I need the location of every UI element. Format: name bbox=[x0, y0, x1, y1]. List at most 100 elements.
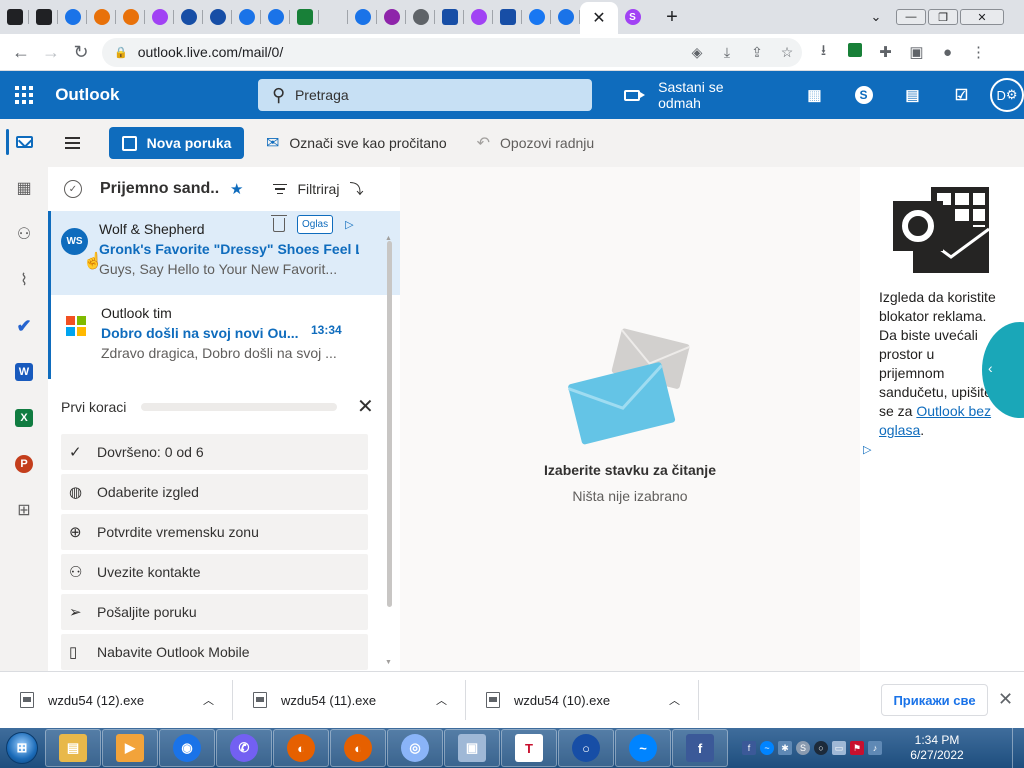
close-icon[interactable]: ✕ bbox=[357, 394, 374, 419]
browser-tab[interactable] bbox=[87, 0, 116, 34]
forward-icon[interactable]: → bbox=[36, 42, 66, 63]
close-download-bar-icon[interactable]: ✕ bbox=[998, 689, 1013, 710]
menu-dots-icon[interactable]: ⋮ bbox=[963, 43, 994, 61]
adchoices-icon[interactable]: ▷ bbox=[345, 218, 353, 231]
facebook-tray-icon[interactable]: f bbox=[742, 741, 756, 755]
taskbar-app[interactable]: T bbox=[501, 729, 557, 767]
adchoices-icon[interactable]: ▷ bbox=[863, 443, 871, 456]
minimize-button[interactable]: — bbox=[896, 9, 926, 25]
meet-now-button[interactable]: Sastani se odmah bbox=[624, 79, 768, 111]
close-tab-icon[interactable]: ✕ bbox=[592, 8, 605, 28]
rail-apps[interactable]: ⊞ bbox=[0, 487, 48, 533]
extensions-puzzle-icon[interactable]: ✚ bbox=[870, 43, 901, 61]
eye-icon[interactable]: ◈ bbox=[682, 44, 712, 61]
taskbar-app[interactable]: ~ bbox=[615, 729, 671, 767]
system-clock[interactable]: 1:34 PM 6/27/2022 bbox=[902, 733, 972, 763]
ad-badge[interactable]: Oglas bbox=[297, 215, 334, 234]
qr-code-icon[interactable]: ▦ bbox=[790, 71, 839, 119]
browser-tab[interactable] bbox=[377, 0, 406, 34]
search-box[interactable]: ⚲ Pretraga bbox=[257, 79, 593, 111]
extension-green-icon[interactable] bbox=[839, 43, 870, 61]
download-icon[interactable]: ⭳ bbox=[808, 40, 839, 65]
rail-files[interactable]: ⌇ bbox=[0, 257, 48, 303]
message-item-ad[interactable]: WS Wolf & Shepherd Gronk's Favorite "Dre… bbox=[48, 211, 400, 295]
scroll-thumb[interactable] bbox=[387, 241, 392, 607]
profile-icon[interactable]: ● bbox=[932, 44, 963, 61]
rail-people[interactable]: ⚇ bbox=[0, 211, 48, 257]
browser-tab[interactable] bbox=[203, 0, 232, 34]
taskbar-app[interactable]: ◐ bbox=[330, 729, 386, 767]
browser-tab[interactable] bbox=[290, 0, 319, 34]
active-tab[interactable]: ✕ bbox=[580, 2, 618, 34]
first-steps-item[interactable]: ✓ Dovršeno: 0 od 6 bbox=[61, 434, 368, 470]
taskbar-app[interactable]: ◎ bbox=[387, 729, 443, 767]
volume-tray-icon[interactable]: ♪ bbox=[868, 741, 882, 755]
first-steps-item[interactable]: ⚇ Uvezite kontakte bbox=[61, 554, 368, 590]
first-steps-item[interactable]: ➢ Pošaljite poruku bbox=[61, 594, 368, 630]
download-item[interactable]: wzdu54 (12).exe ︿ bbox=[0, 680, 233, 720]
taskbar-app[interactable]: ▣ bbox=[444, 729, 500, 767]
taskbar-app[interactable]: ○ bbox=[558, 729, 614, 767]
browser-tab[interactable] bbox=[319, 0, 348, 34]
favorite-star-icon[interactable]: ★ bbox=[230, 180, 243, 198]
search-tray-icon[interactable]: ○ bbox=[814, 741, 828, 755]
flag-tray-icon[interactable]: ⚑ bbox=[850, 741, 864, 755]
messenger-tray-icon[interactable]: ~ bbox=[760, 741, 774, 755]
rail-word[interactable]: W bbox=[0, 349, 48, 395]
scroll-down-icon[interactable]: ▼ bbox=[385, 659, 392, 666]
skype-icon[interactable]: S bbox=[839, 71, 888, 119]
first-steps-item[interactable]: ▯ Nabavite Outlook Mobile bbox=[61, 634, 368, 670]
rail-excel[interactable]: X bbox=[0, 395, 48, 441]
outlook-brand[interactable]: Outlook bbox=[55, 85, 258, 105]
hamburger-menu-icon[interactable] bbox=[48, 137, 96, 149]
share-icon[interactable]: ⇪ bbox=[742, 44, 772, 61]
skype-tray-icon[interactable]: S bbox=[796, 741, 810, 755]
chevron-up-icon[interactable]: ︿ bbox=[669, 692, 680, 708]
tab-profile[interactable]: S bbox=[618, 0, 647, 34]
browser-tab[interactable] bbox=[493, 0, 522, 34]
browser-tab[interactable] bbox=[116, 0, 145, 34]
undo-button[interactable]: ↶ Opozovi radnju bbox=[477, 133, 595, 153]
start-button[interactable]: ⊞ bbox=[0, 728, 44, 768]
browser-tab[interactable] bbox=[348, 0, 377, 34]
browser-tab[interactable] bbox=[145, 0, 174, 34]
rail-todo[interactable]: ✔ bbox=[0, 303, 48, 349]
account-avatar[interactable]: D ⚙ bbox=[990, 78, 1024, 112]
reload-icon[interactable]: ↻ bbox=[66, 42, 96, 63]
teams-icon[interactable]: ▤ bbox=[888, 71, 937, 119]
first-steps-item[interactable]: ◍ Odaberite izgled bbox=[61, 474, 368, 510]
taskbar-app[interactable]: ✆ bbox=[216, 729, 272, 767]
rail-mail[interactable] bbox=[0, 119, 48, 165]
show-desktop-button[interactable] bbox=[1012, 728, 1024, 768]
browser-tab[interactable] bbox=[58, 0, 87, 34]
taskbar-app[interactable]: ▶ bbox=[102, 729, 158, 767]
taskbar-app[interactable]: ◉ bbox=[159, 729, 215, 767]
side-panel-icon[interactable]: ▣ bbox=[901, 43, 932, 61]
browser-tab[interactable] bbox=[464, 0, 493, 34]
new-tab-button[interactable]: + bbox=[657, 6, 687, 29]
filter-button[interactable]: Filtriraj bbox=[273, 181, 339, 197]
my-day-icon[interactable]: ☑ bbox=[937, 71, 986, 119]
taskbar-app[interactable]: ◐ bbox=[273, 729, 329, 767]
browser-tab[interactable] bbox=[0, 0, 29, 34]
first-steps-item[interactable]: ⊕ Potvrdite vremensku zonu bbox=[61, 514, 368, 550]
install-icon[interactable]: ⤓ bbox=[712, 44, 742, 61]
url-text[interactable]: outlook.live.com/mail/0/ bbox=[138, 44, 682, 60]
url-field[interactable]: 🔒 outlook.live.com/mail/0/ ◈ ⤓ ⇪ ☆ bbox=[102, 37, 802, 67]
mark-all-read-button[interactable]: ✉ Označi sve kao pročitano bbox=[266, 133, 447, 153]
rail-calendar[interactable]: ▦ bbox=[0, 165, 48, 211]
browser-tab[interactable] bbox=[406, 0, 435, 34]
delete-icon[interactable] bbox=[271, 214, 287, 232]
browser-tab[interactable] bbox=[522, 0, 551, 34]
tab-search-icon[interactable]: ⌄ bbox=[856, 9, 896, 25]
taskbar-app[interactable]: f bbox=[672, 729, 728, 767]
restore-button[interactable]: ❐ bbox=[928, 9, 958, 25]
monitor-tray-icon[interactable]: ▭ bbox=[832, 741, 846, 755]
back-icon[interactable]: ← bbox=[6, 42, 36, 63]
app-launcher-icon[interactable] bbox=[0, 71, 47, 119]
rail-powerpoint[interactable]: P bbox=[0, 441, 48, 487]
browser-tab[interactable] bbox=[174, 0, 203, 34]
browser-tab[interactable] bbox=[261, 0, 290, 34]
browser-tab[interactable] bbox=[435, 0, 464, 34]
download-item[interactable]: wzdu54 (10).exe ︿ bbox=[466, 680, 699, 720]
